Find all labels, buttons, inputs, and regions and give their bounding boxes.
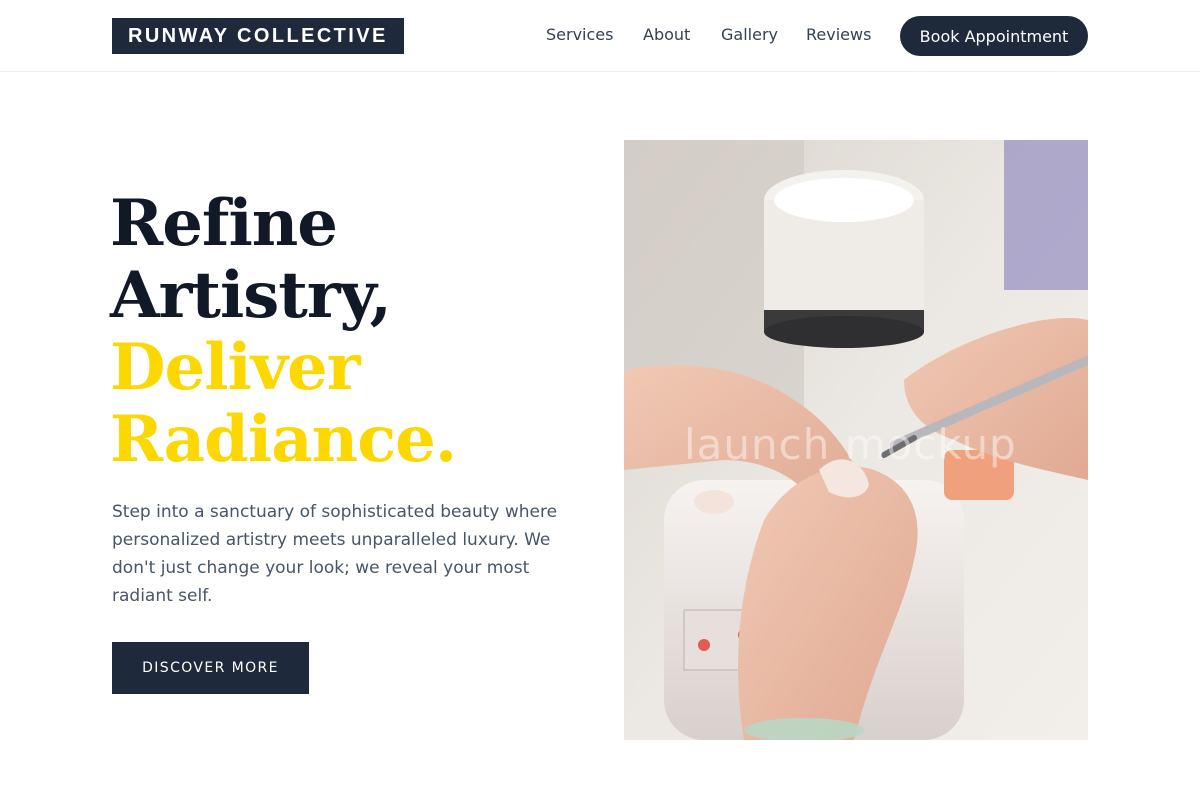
nav-link-about[interactable]: About — [643, 25, 690, 44]
brand-logo[interactable]: RUNWAY COLLECTIVE — [112, 18, 404, 54]
hero-headline: Refine Artistry, Deliver Radiance. — [110, 186, 457, 477]
headline-line-1: Refine — [110, 186, 338, 261]
headline-line-3: Deliver — [110, 330, 360, 405]
book-appointment-button[interactable]: Book Appointment — [900, 16, 1088, 56]
discover-more-button[interactable]: DISCOVER MORE — [112, 642, 309, 694]
headline-line-2: Artistry, — [110, 258, 392, 333]
site-header: RUNWAY COLLECTIVE Services About Gallery… — [0, 0, 1200, 72]
photo-watermark: launch mockup — [684, 420, 1017, 469]
hero-photo: launch mockup — [624, 140, 1088, 740]
nav-link-gallery[interactable]: Gallery — [721, 25, 778, 44]
nav-link-reviews[interactable]: Reviews — [806, 25, 871, 44]
nav-link-services[interactable]: Services — [546, 25, 613, 44]
hero-description: Step into a sanctuary of sophisticated b… — [112, 502, 558, 606]
headline-line-4: Radiance. — [110, 402, 457, 477]
